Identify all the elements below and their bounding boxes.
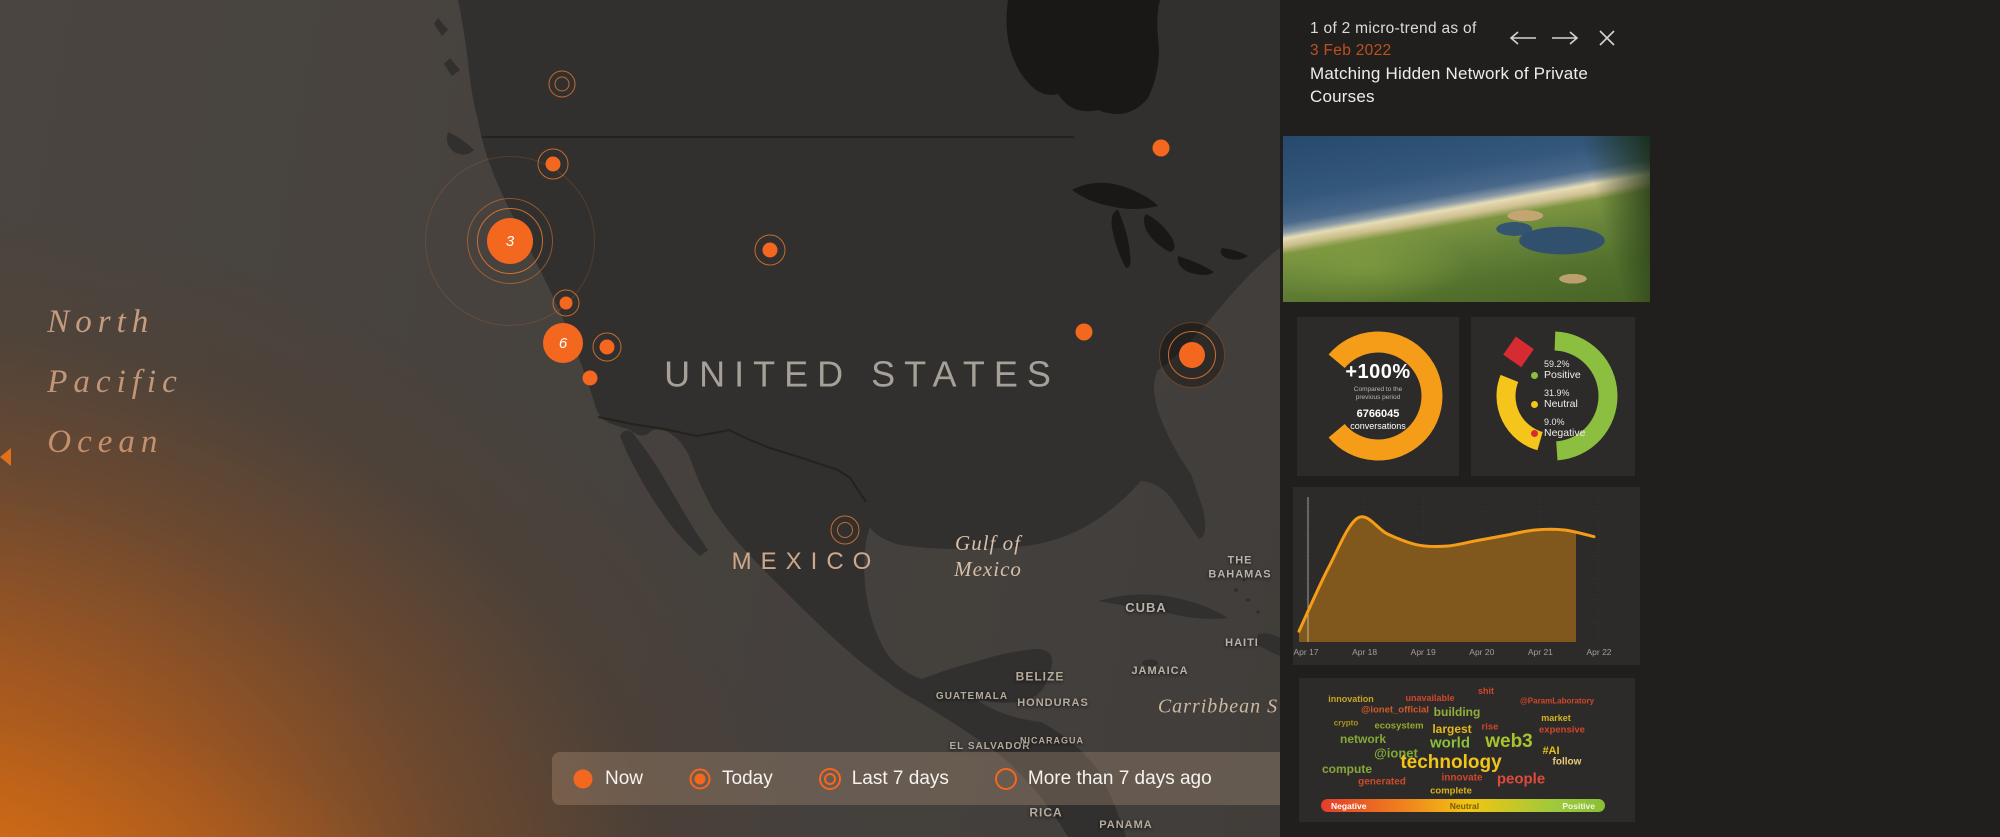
cloud-word: @ParamLaboratory [1519, 696, 1595, 706]
cloud-word: shit [1477, 686, 1495, 696]
cloud-word: people [1496, 770, 1546, 788]
cloud-word: follow [1552, 756, 1582, 768]
scale-negative-label: Negative [1331, 800, 1367, 811]
trend-map-app: CANADAUNITED STATESMEXICONorth Pacific O… [0, 0, 2000, 837]
cluster-count: 3 [487, 218, 533, 264]
cloud-word: generated [1358, 776, 1406, 788]
legend-item-more-than-7-days-ago[interactable]: More than 7 days ago [994, 767, 1212, 790]
cloud-word: complete [1430, 785, 1472, 797]
x-axis-tick: Apr 19 [1410, 647, 1436, 657]
legend-item-label: Last 7 days [851, 767, 949, 789]
x-axis-tick: Apr 20 [1469, 647, 1495, 657]
cloud-word: network [1339, 732, 1387, 746]
sentiment-percent: 9.0% [1544, 417, 1565, 427]
x-axis-tick: Apr 21 [1527, 647, 1553, 657]
legend-item-label: Now [605, 767, 644, 789]
double-ring-icon [818, 767, 841, 790]
legend-dot-icon [1531, 429, 1538, 437]
right-arrow-icon [1552, 31, 1579, 45]
x-axis-tick: Apr 22 [1586, 647, 1612, 657]
sentiment-percent: 31.9% [1544, 388, 1570, 398]
filled-dot-icon [572, 768, 594, 790]
legend-item-last-7-days[interactable]: Last 7 days [818, 767, 949, 790]
left-arrow-icon [1509, 31, 1536, 45]
x-axis-tick: Apr 18 [1352, 647, 1378, 657]
scale-neutral-label: Neutral [1449, 800, 1480, 811]
ring-icon [994, 767, 1017, 790]
percent-change-value: +100% [1345, 361, 1411, 383]
cloud-word: technology [1400, 752, 1502, 773]
cloud-word: building [1433, 705, 1481, 719]
legend-item-label: More than 7 days ago [1027, 767, 1212, 789]
conversations-donut-center: +100% Compared to the previous period 67… [1297, 361, 1459, 431]
word-cloud-card: innovation unavailable shit @ParamLaborator… [1299, 678, 1635, 822]
sentiment-label: Neutral [1544, 398, 1578, 410]
sentiment-scale-bar: Negative Neutral Positive [1321, 799, 1605, 812]
legend-item-today[interactable]: Today [689, 768, 773, 790]
legend-dot-icon [1531, 371, 1538, 379]
cloud-word: #AI [1542, 745, 1560, 757]
cloud-word: crypto [1333, 718, 1359, 728]
trend-date: 3 Feb 2022 [1310, 42, 1392, 60]
legend-item-now[interactable]: Now [572, 768, 643, 790]
sentiment-percent: 59.2% [1544, 359, 1570, 369]
cloud-word: web3 [1485, 731, 1533, 752]
cloud-word: unavailable [1405, 693, 1455, 703]
scale-positive-label: Positive [1562, 800, 1595, 811]
panel-pagination: 1 of 2 micro-trend as of 3 Feb 2022 [1310, 18, 1477, 63]
cloud-word: ecosystem [1374, 720, 1424, 732]
conversations-donut-card: +100% Compared to the previous period 67… [1297, 317, 1459, 476]
previous-trend-button[interactable] [1508, 26, 1538, 50]
cloud-word: innovation [1328, 694, 1374, 704]
micro-trend-panel: 1 of 2 micro-trend as of 3 Feb 2022 Matc… [1280, 0, 2000, 837]
next-trend-button[interactable] [1550, 26, 1580, 50]
trend-line-chart [1297, 495, 1633, 642]
legend-item-label: Today [722, 767, 773, 789]
close-panel-button[interactable] [1592, 26, 1622, 50]
sentiment-label: Negative [1544, 427, 1586, 439]
sentiment-legend-item-neutral: 31.9% Neutral [1531, 388, 1585, 410]
cloud-word: expensive [1539, 724, 1585, 736]
cloud-word: world [1430, 734, 1470, 752]
pagination-text: 1 of 2 micro-trend as of [1310, 20, 1477, 37]
sentiment-donut-card: 59.2% Positive 31.9% Neutral 9.0% Negative [1471, 317, 1635, 476]
x-axis-tick: Apr 17 [1293, 647, 1319, 657]
trend-title: Matching Hidden Network of Private Cours… [1310, 64, 1588, 107]
conversations-count: 6766045 [1356, 407, 1400, 420]
sentiment-label: Positive [1544, 369, 1581, 381]
trend-line-card: Apr 17 Apr 18 Apr 19 Apr 20 Apr 21 Apr 22 [1293, 487, 1640, 665]
trend-photo [1283, 136, 1650, 302]
cluster-count: 6 [543, 323, 583, 363]
close-icon [1599, 30, 1615, 46]
dot-with-ring-icon [689, 768, 711, 790]
sentiment-legend-item-negative: 9.0% Negative [1531, 417, 1585, 439]
sentiment-legend: 59.2% Positive 31.9% Neutral 9.0% Negative [1531, 359, 1585, 446]
trend-x-axis: Apr 17 Apr 18 Apr 19 Apr 20 Apr 21 Apr 22 [1293, 647, 1640, 661]
sentiment-legend-item-positive: 59.2% Positive [1531, 359, 1585, 381]
cloud-word: innovate [1441, 772, 1483, 784]
left-edge-arrow-icon[interactable] [0, 448, 11, 466]
map-time-legend: Now Today Last 7 days More than 7 days ago [552, 752, 1332, 805]
percent-change-caption: Compared to the previous period [1353, 386, 1403, 402]
conversations-count-label: conversations [1350, 420, 1406, 431]
panel-nav [1508, 26, 1622, 50]
legend-dot-icon [1531, 400, 1538, 408]
cloud-word: market [1541, 713, 1571, 723]
cloud-word: compute [1321, 762, 1373, 776]
cloud-word: @ionet_official [1361, 704, 1429, 716]
